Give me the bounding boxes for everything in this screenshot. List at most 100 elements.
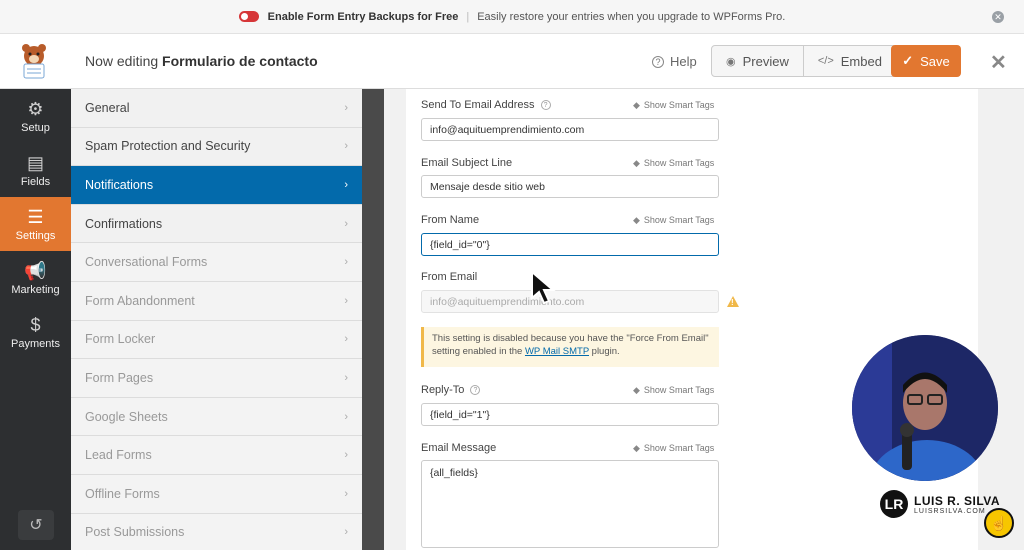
code-icon: </> [817, 55, 834, 67]
panel-item-spam-protection[interactable]: Spam Protection and Security › [71, 127, 362, 167]
panel-item-conversational-forms[interactable]: Conversational Forms › [71, 243, 362, 282]
brand-text: LUIS R. SILVA LUISRSILVA.COM [914, 494, 1000, 515]
warning-icon: ! [727, 296, 739, 307]
help-icon[interactable]: ? [470, 385, 481, 395]
sidebar-item-payments[interactable]: $ Payments [0, 305, 71, 359]
reply-to-input[interactable]: {field_id="1"} [421, 403, 719, 426]
help-icon[interactable]: ? [540, 100, 551, 110]
help-button[interactable]: ? Help [652, 54, 697, 69]
brand-logo: LR [880, 490, 908, 518]
panel-item-label: Form Abandonment [85, 293, 195, 308]
close-builder-icon[interactable]: ✕ [990, 50, 1007, 75]
tag-icon: ◆ [633, 215, 640, 225]
notice-separator: | [466, 10, 470, 23]
checkmark-icon: ✓ [902, 53, 914, 68]
notice-message: Easily restore your entries when you upg… [477, 10, 786, 23]
from-name-label: From Name [421, 214, 480, 226]
panel-item-notifications[interactable]: Notifications › [71, 166, 362, 205]
dollar-icon: $ [30, 314, 41, 335]
panel-item-post-submissions[interactable]: Post Submissions › [71, 513, 362, 550]
mouse-cursor-icon [531, 270, 556, 305]
chevron-right-icon: › [344, 449, 348, 462]
panel-item-label: Conversational Forms [85, 255, 208, 270]
panel-item-form-abandonment[interactable]: Form Abandonment › [71, 281, 362, 321]
panel-item-label: Form Locker [85, 332, 156, 347]
panel-item-label: Lead Forms [85, 448, 152, 463]
from-email-disabled-notice: This setting is disabled because you hav… [421, 327, 719, 367]
sidebar-item-setup[interactable]: ⚙ Setup [0, 89, 71, 143]
sidebar-item-label: Settings [15, 229, 56, 242]
panel-item-label: Form Pages [85, 370, 154, 385]
panel-item-form-locker[interactable]: Form Locker › [71, 320, 362, 360]
show-smart-tags-link[interactable]: ◆ Show Smart Tags [633, 385, 714, 396]
preview-embed-group: ◉ Preview </> Embed [711, 45, 897, 77]
chevron-right-icon: › [344, 526, 348, 539]
sidebar-item-settings[interactable]: ☰ Settings [0, 197, 71, 251]
send-to-label-text: Send To Email Address [421, 99, 535, 111]
wp-mail-smtp-link[interactable]: WP Mail SMTP [525, 346, 589, 357]
embed-label: Embed [840, 53, 882, 69]
sliders-icon: ☰ [27, 206, 44, 227]
editing-title: Now editing Formulario de contacto [85, 53, 318, 69]
chevron-right-icon: › [344, 101, 348, 114]
show-smart-tags-link[interactable]: ◆ Show Smart Tags [633, 100, 714, 111]
email-subject-input[interactable]: Mensaje desde sitio web [421, 175, 719, 198]
panel-item-general[interactable]: General › [71, 89, 362, 128]
notice-bar: Enable Form Entry Backups for Free | Eas… [0, 0, 1024, 34]
builder-icon-sidebar: ⚙ Setup ▤ Fields ☰ Settings 📢 Marketing … [0, 89, 71, 550]
tag-icon: ◆ [633, 100, 640, 110]
chevron-right-icon: › [344, 333, 348, 346]
chevron-right-icon: › [344, 410, 348, 423]
notice-title[interactable]: Enable Form Entry Backups for Free [268, 11, 459, 23]
panel-item-label: General [85, 100, 130, 115]
panel-item-offline-forms[interactable]: Offline Forms › [71, 474, 362, 514]
panel-item-lead-forms[interactable]: Lead Forms › [71, 436, 362, 475]
panel-item-label: Google Sheets [85, 409, 168, 424]
save-button[interactable]: ✓ Save [891, 45, 961, 77]
settings-panel-list: General › Spam Protection and Security › N… [71, 89, 362, 550]
brand-name: LUIS R. SILVA [914, 493, 1001, 508]
panel-item-google-sheets[interactable]: Google Sheets › [71, 397, 362, 437]
reply-to-label: Reply-To? [421, 384, 481, 396]
editing-prefix: Now editing [85, 53, 159, 69]
panel-item-label: Spam Protection and Security [85, 139, 251, 154]
notification-card: Send To Email Address? ◆ Show Smart Tags … [406, 89, 978, 550]
pointing-hand-icon: ☝ [984, 508, 1014, 538]
sidebar-item-fields[interactable]: ▤ Fields [0, 143, 71, 197]
smart-tags-label: Show Smart Tags [643, 215, 715, 225]
sidebar-item-label: Setup [21, 121, 50, 134]
megaphone-icon: 📢 [24, 260, 47, 281]
sidebar-item-label: Marketing [11, 283, 60, 296]
chevron-right-icon: › [344, 487, 348, 500]
email-message-textarea[interactable]: {all_fields} [421, 460, 719, 548]
chevron-right-icon: › [344, 140, 348, 153]
show-smart-tags-link[interactable]: ◆ Show Smart Tags [633, 443, 714, 454]
show-smart-tags-link[interactable]: ◆ Show Smart Tags [633, 158, 714, 169]
save-label: Save [920, 53, 950, 69]
embed-button[interactable]: </> Embed [802, 46, 896, 76]
builder-header: Now editing Formulario de contacto ? Hel… [0, 34, 1024, 89]
notice-text-2: plugin. [589, 346, 620, 357]
sidebar-item-marketing[interactable]: 📢 Marketing [0, 251, 71, 305]
eye-icon: ◉ [726, 55, 736, 68]
from-email-input: info@aquituemprendimiento.com [421, 290, 719, 313]
form-name: Formulario de contacto [162, 53, 318, 69]
revisions-icon[interactable]: ↺ [18, 510, 54, 540]
presenter-video [852, 335, 998, 481]
send-to-email-input[interactable]: info@aquituemprendimiento.com [421, 118, 719, 141]
tag-icon: ◆ [633, 385, 640, 395]
show-smart-tags-link[interactable]: ◆ Show Smart Tags [633, 215, 714, 226]
panel-item-label: Post Submissions [85, 525, 185, 540]
help-label: Help [670, 54, 697, 69]
notice-close-icon[interactable]: ✕ [992, 11, 1004, 23]
wpforms-logo [22, 44, 46, 79]
smart-tags-label: Show Smart Tags [643, 100, 715, 110]
chevron-right-icon: › [344, 178, 348, 191]
preview-button[interactable]: ◉ Preview [712, 46, 803, 76]
panel-item-form-pages[interactable]: Form Pages › [71, 359, 362, 398]
sidebar-item-label: Payments [11, 337, 60, 350]
from-name-input[interactable]: {field_id="0"} [421, 233, 719, 256]
panel-item-confirmations[interactable]: Confirmations › [71, 204, 362, 244]
backup-toggle[interactable] [238, 11, 259, 22]
help-icon: ? [652, 55, 664, 68]
